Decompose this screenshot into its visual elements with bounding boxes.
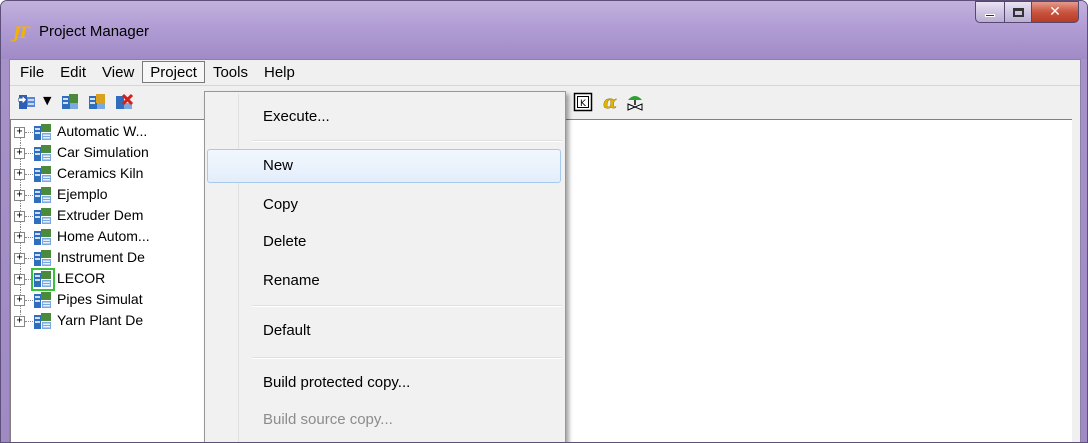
project-icon: [34, 124, 51, 140]
maximize-icon: [1012, 7, 1024, 17]
project-menu-dropdown: Execute... New Copy Delete Rename Defaul…: [204, 91, 566, 442]
project-icon: [34, 313, 51, 329]
expand-icon[interactable]: +: [14, 190, 25, 201]
project-icon: [34, 166, 51, 182]
project-icon: [31, 268, 55, 291]
expand-icon[interactable]: +: [14, 148, 25, 159]
valve-icon[interactable]: [625, 92, 645, 112]
project-icon: [34, 208, 51, 224]
menu-bar: File Edit View Project Tools Help: [10, 60, 1080, 84]
new-project-icon[interactable]: [60, 92, 80, 112]
app-logo-icon: JT: [13, 23, 29, 42]
menu-separator: [252, 357, 562, 359]
expand-icon[interactable]: +: [14, 232, 25, 243]
menu-item-copy[interactable]: Copy: [207, 188, 561, 222]
project-manager-window: JT Project Manager ✕ File Edit View Proj…: [0, 0, 1088, 443]
menu-edit[interactable]: Edit: [52, 61, 94, 83]
menu-item-execute[interactable]: Execute...: [207, 100, 561, 134]
maximize-button[interactable]: [1004, 1, 1031, 23]
expand-icon[interactable]: +: [14, 274, 25, 285]
tree-item-label: Pipes Simulat: [57, 291, 143, 307]
menu-help[interactable]: Help: [256, 61, 303, 83]
copy-project-icon[interactable]: [87, 92, 107, 112]
alpha-icon[interactable]: α: [600, 92, 620, 112]
keyboard-icon[interactable]: K: [573, 92, 593, 112]
project-icon: [34, 187, 51, 203]
close-icon: ✕: [1049, 4, 1061, 20]
svg-text:α: α: [603, 92, 617, 112]
minimize-button[interactable]: [975, 1, 1004, 23]
tree-item-label: Car Simulation: [57, 144, 149, 160]
menu-tools[interactable]: Tools: [205, 61, 256, 83]
delete-project-icon[interactable]: [114, 92, 134, 112]
dropdown-arrow-icon[interactable]: ▼: [43, 94, 51, 107]
project-icon: [34, 292, 51, 308]
window-title: Project Manager: [39, 23, 150, 40]
tree-item-label: Yarn Plant De: [57, 312, 144, 328]
project-icon: [34, 229, 51, 245]
expand-icon[interactable]: +: [14, 295, 25, 306]
tree-item-label: Instrument De: [57, 249, 145, 265]
expand-icon[interactable]: +: [14, 169, 25, 180]
menu-view[interactable]: View: [94, 61, 142, 83]
open-project-icon[interactable]: [17, 92, 37, 112]
window-edge: [1072, 119, 1080, 442]
close-button[interactable]: ✕: [1031, 1, 1079, 23]
project-icon: [34, 250, 51, 266]
expand-icon[interactable]: +: [14, 316, 25, 327]
menu-item-build-source-copy: Build source copy...: [263, 411, 393, 428]
tree-item-label: LECOR: [57, 270, 106, 286]
menu-separator: [252, 305, 562, 307]
menu-item-rename[interactable]: Rename: [207, 264, 561, 298]
minimize-icon: [985, 14, 995, 17]
expand-icon[interactable]: +: [14, 253, 25, 264]
project-icon: [34, 145, 51, 161]
caption-buttons: ✕: [975, 1, 1079, 25]
menu-item-build-protected-copy[interactable]: Build protected copy...: [207, 366, 561, 400]
menu-item-default[interactable]: Default: [207, 314, 561, 348]
tree-item-label: Automatic W...: [57, 123, 148, 139]
menu-item-delete[interactable]: Delete: [207, 225, 561, 259]
tree-item-label: Ejemplo: [57, 186, 108, 202]
menu-project[interactable]: Project: [142, 61, 205, 83]
menu-item-new[interactable]: New: [207, 149, 561, 183]
menu-separator: [252, 140, 562, 142]
tree-item-label: Extruder Dem: [57, 207, 144, 223]
expand-icon[interactable]: +: [14, 211, 25, 222]
menu-file[interactable]: File: [12, 61, 52, 83]
tree-item-label: Home Autom...: [57, 228, 150, 244]
tree-item-label: Ceramics Kiln: [57, 165, 144, 181]
title-bar[interactable]: JT Project Manager ✕: [1, 1, 1087, 59]
expand-icon[interactable]: +: [14, 127, 25, 138]
